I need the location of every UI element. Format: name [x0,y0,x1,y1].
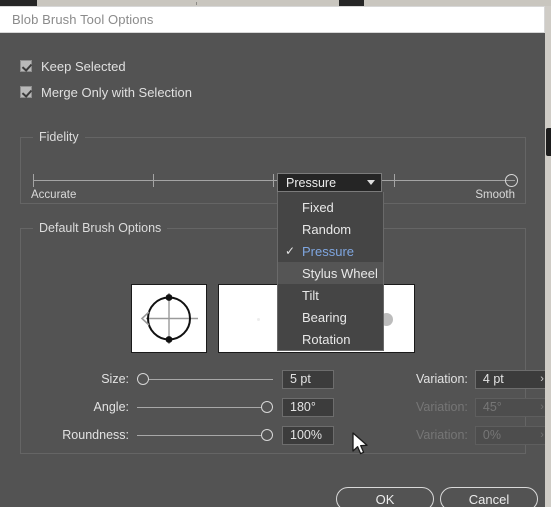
size-variation-row: Variation: 4 pt › [416,369,545,389]
background-right-panel-nub [546,128,551,156]
menu-item-label: Bearing [302,309,347,325]
menu-item-label: Random [302,221,352,237]
fidelity-slider[interactable] [33,174,518,188]
checkbox-keep-selected[interactable]: Keep Selected [20,58,126,74]
roundness-slider[interactable] [137,428,273,442]
brush-type-menu[interactable]: Fixed Random ✓ Pressure Stylus Wheel Til… [277,192,384,351]
size-value-field[interactable]: 5 pt [282,369,334,389]
angle-variation-stepper: 45° › [474,397,545,417]
roundness-value-field[interactable]: 100% [282,425,334,445]
fidelity-tick [153,174,154,187]
brush-angle-diagram-icon [140,293,198,344]
size-label: Size: [101,372,129,386]
angle-row: Angle: 180° [63,397,334,417]
size-variation-value: 4 pt [482,372,504,386]
size-variation-label: Variation: [416,372,468,386]
roundness-slider-track [137,434,273,436]
angle-variation-row: Variation: 45° › [416,397,545,417]
fidelity-tick [273,174,274,187]
roundness-variation-label: Variation: [416,428,468,442]
menu-item-label: Tilt [302,287,319,303]
menu-item-random[interactable]: Random [278,218,383,240]
menu-item-bearing[interactable]: Bearing [278,306,383,328]
fidelity-label-accurate: Accurate [31,189,77,201]
fidelity-tick [394,174,395,187]
fidelity-slider-handle[interactable] [505,174,518,187]
fidelity-group-title: Fidelity [33,130,85,144]
size-slider-track [137,378,273,380]
menu-item-tilt[interactable]: Tilt [278,284,383,306]
checkbox-merge-only-label: Merge Only with Selection [41,84,193,100]
roundness-slider-handle[interactable] [261,428,273,441]
roundness-variation-value: 0% [482,428,501,442]
ok-button-label: OK [375,491,395,507]
chevron-down-icon[interactable] [367,180,375,185]
brush-angle-preview[interactable] [131,284,207,353]
brush-type-select[interactable]: Pressure [277,173,382,192]
background-seam [196,2,197,5]
menu-item-fixed[interactable]: Fixed [278,196,383,218]
checkmark-icon [20,86,32,98]
size-variation-stepper[interactable]: 4 pt › [474,369,545,389]
menu-item-label: Pressure [302,243,355,259]
checkbox-merge-only-with-selection[interactable]: Merge Only with Selection [20,84,192,100]
fidelity-label-smooth: Smooth [475,189,515,201]
ok-button[interactable]: OK [336,487,434,507]
angle-slider[interactable] [137,400,273,414]
fidelity-group: Fidelity Accurate Smooth [20,130,526,204]
dialog-titlebar[interactable]: Blob Brush Tool Options [0,6,545,33]
default-brush-options-title: Default Brush Options [33,221,168,235]
angle-slider-handle[interactable] [261,400,273,413]
roundness-label: Roundness: [62,428,129,442]
background-right-strip [545,6,551,507]
angle-value-field[interactable]: 180° [282,397,334,417]
blob-brush-tool-options-dialog: Blob Brush Tool Options Keep Selected Me… [0,6,545,507]
size-slider[interactable] [137,372,273,386]
brush-type-selected-value: Pressure [286,175,337,190]
fidelity-tick [33,174,34,187]
menu-item-pressure[interactable]: ✓ Pressure [278,240,383,262]
check-icon: ✓ [285,244,296,258]
size-row: Size: 5 pt [63,369,334,389]
menu-item-label: Fixed [302,199,334,215]
menu-item-label: Stylus Wheel [302,265,378,281]
angle-variation-value: 45° [482,400,502,414]
menu-item-rotation[interactable]: Rotation [278,328,383,350]
size-slider-handle[interactable] [137,372,149,385]
chevron-right-icon: › [540,429,544,441]
roundness-variation-row: Variation: 0% › [416,425,545,445]
chevron-right-icon[interactable]: › [540,373,544,385]
default-brush-options-group: Default Brush Options Size: 5 pt Angle: … [20,221,545,454]
preview-dot-small [257,318,260,321]
cancel-button-label: Cancel [468,491,510,507]
checkbox-keep-selected-label: Keep Selected [41,58,126,74]
fidelity-slider-track [33,180,515,181]
dialog-title: Blob Brush Tool Options [12,12,154,27]
chevron-right-icon: › [540,401,544,413]
angle-slider-track [137,406,273,408]
dialog-body: Keep Selected Merge Only with Selection … [0,33,545,507]
cancel-button[interactable]: Cancel [440,487,538,507]
roundness-row: Roundness: 100% [43,425,334,445]
menu-item-stylus-wheel[interactable]: Stylus Wheel [278,262,383,284]
roundness-variation-stepper: 0% › [474,425,545,445]
checkmark-icon [20,60,32,72]
angle-variation-label: Variation: [416,400,468,414]
angle-label: Angle: [93,400,129,414]
menu-item-label: Rotation [302,331,351,347]
